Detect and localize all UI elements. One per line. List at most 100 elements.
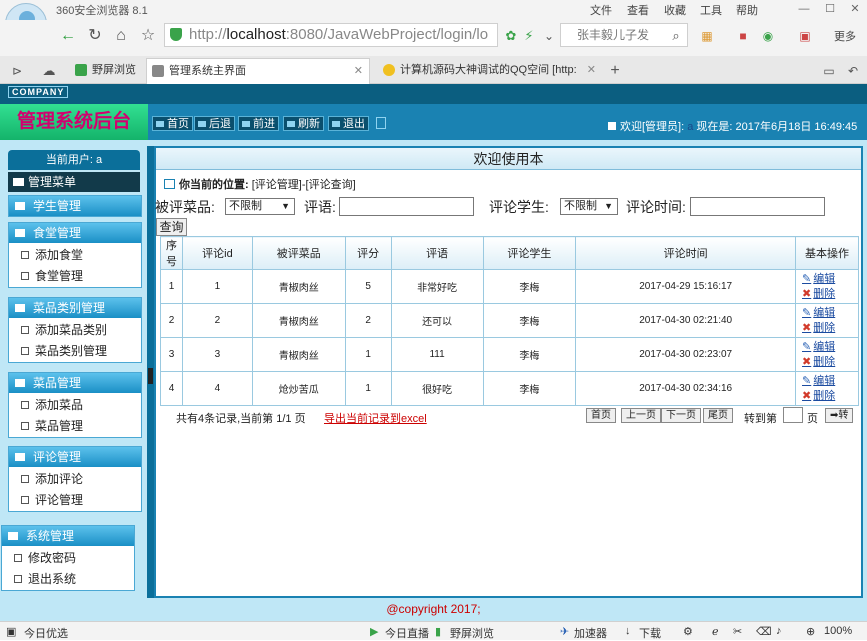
cell-index: 2 <box>160 303 183 338</box>
comment-filter-input[interactable] <box>339 197 474 216</box>
split-icon: ▮ <box>435 626 442 638</box>
zoom-level[interactable]: 100% <box>824 625 852 637</box>
sidebar-item-dish-manage[interactable]: 菜品管理 <box>9 416 141 436</box>
more-button[interactable]: 更多 <box>834 28 856 44</box>
sidebar-item-canteen-manage[interactable]: 食堂管理 <box>9 266 141 286</box>
address-input[interactable]: http://localhost:8080/JavaWebProject/log… <box>164 23 498 47</box>
split-browse-link[interactable]: 野屏浏览 <box>450 625 494 641</box>
delete-link[interactable]: 删除 <box>802 389 858 404</box>
home-icon[interactable]: ⌂ <box>110 25 132 47</box>
menu-file[interactable]: 文件 <box>590 2 612 18</box>
dish-filter-label: 被评菜品: <box>155 199 215 215</box>
tab-split-browse[interactable]: 野屏浏览 <box>70 58 140 84</box>
page-number-input[interactable] <box>783 407 803 423</box>
go-button[interactable]: ➡转 <box>825 408 854 423</box>
ie-icon[interactable]: ℯ <box>712 625 719 638</box>
student-filter-select[interactable]: 不限制 ▼ <box>560 198 618 215</box>
daily-picks-icon[interactable]: ▣ <box>6 625 16 638</box>
cloud-icon[interactable]: ☁ <box>38 60 60 82</box>
sidebar-item-comment-manage[interactable]: 评论管理 <box>9 490 141 510</box>
cell-id: 4 <box>181 371 253 406</box>
reload-icon[interactable]: ↻ <box>84 25 106 47</box>
tab-qq-space[interactable]: 计算机源码大神调试的QQ空间 [http: ✕ <box>378 58 602 84</box>
back-button[interactable]: 后退 <box>194 116 235 131</box>
delete-link[interactable]: 删除 <box>802 321 858 336</box>
screenshot-icon[interactable]: ✂ <box>733 625 742 638</box>
home-button[interactable]: 首页 <box>152 116 193 131</box>
cell-student: 李梅 <box>482 371 577 406</box>
translate-icon[interactable]: ▣ <box>794 25 816 47</box>
column-header: 评分 <box>344 236 392 270</box>
table-row: 3 3 青椒肉丝 1 111 李梅 2017-04-30 02:23:07 编辑… <box>160 337 859 372</box>
group-header-canteen[interactable]: 食堂管理 <box>9 223 141 243</box>
sidebar-item-category-manage[interactable]: 菜品类别管理 <box>9 341 141 361</box>
folder-icon <box>8 532 18 540</box>
time-filter-input[interactable] <box>690 197 825 216</box>
money-icon[interactable]: ◉ <box>757 25 779 47</box>
sidebar-item-add-category[interactable]: 添加菜品类别 <box>9 320 141 340</box>
sidebar-item-add-comment[interactable]: 添加评论 <box>9 469 141 489</box>
refresh-button[interactable]: 刷新 <box>283 116 324 131</box>
maximize-icon[interactable]: ☐ <box>818 0 842 18</box>
tab-admin-main[interactable]: 管理系统主界面 ✕ <box>146 58 370 84</box>
app-title: 管理系统后台 <box>0 104 148 140</box>
group-header-comment[interactable]: 评论管理 <box>9 447 141 467</box>
sidebar-item-exit-system[interactable]: 退出系统 <box>2 569 134 589</box>
edit-link[interactable]: 编辑 <box>802 306 858 321</box>
bookmark-icon[interactable]: ■ <box>732 25 754 47</box>
sidebar-toggle-icon[interactable]: ⊳ <box>6 60 28 82</box>
doc-icon <box>21 272 29 280</box>
daily-picks-link[interactable]: 今日优选 <box>24 625 68 641</box>
query-button[interactable]: 查询 <box>156 218 187 236</box>
accelerator-link[interactable]: 加速器 <box>574 625 607 641</box>
undo-icon[interactable]: ↶ <box>842 60 864 82</box>
prev-page-button[interactable]: 上一页 <box>621 408 661 423</box>
menu-view[interactable]: 查看 <box>627 2 649 18</box>
delete-link[interactable]: 删除 <box>802 287 858 302</box>
search-icon[interactable]: ⌕ <box>665 25 687 47</box>
group-student[interactable]: 学生管理 <box>8 195 142 217</box>
apps-icon[interactable]: ▦ <box>696 25 718 47</box>
close-icon[interactable]: ✕ <box>843 0 867 18</box>
cell-id: 3 <box>181 337 253 372</box>
back-icon[interactable]: ← <box>57 25 79 47</box>
tab-close-icon[interactable]: ✕ <box>587 58 596 82</box>
clean-icon[interactable]: ⌫ <box>756 625 772 638</box>
restore-tab-icon[interactable]: ▭ <box>818 60 840 82</box>
group-header-dish-category[interactable]: 菜品类别管理 <box>9 298 141 318</box>
tab-close-icon[interactable]: ✕ <box>354 59 363 83</box>
new-tab-icon[interactable]: + <box>604 60 626 82</box>
edit-link[interactable]: 编辑 <box>802 340 858 355</box>
bolt-icon[interactable]: ⚡ <box>518 25 540 47</box>
group-header-dish[interactable]: 菜品管理 <box>9 373 141 393</box>
column-header: 评论id <box>181 236 253 270</box>
sidebar-item-add-dish[interactable]: 添加菜品 <box>9 395 141 415</box>
forward-button[interactable]: 前进 <box>238 116 279 131</box>
next-page-button[interactable]: 下一页 <box>661 408 701 423</box>
download-link[interactable]: 下载 <box>639 625 661 641</box>
menu-help[interactable]: 帮助 <box>736 2 758 18</box>
sidebar-item-change-password[interactable]: 修改密码 <box>2 548 134 568</box>
cell-actions: 编辑删除 <box>795 269 859 304</box>
export-excel-link[interactable]: 导出当前记录到excel <box>324 410 427 426</box>
menu-tools[interactable]: 工具 <box>700 2 722 18</box>
dish-filter-select[interactable]: 不限制 ▼ <box>225 198 295 215</box>
sidebar-splitter[interactable] <box>147 146 154 598</box>
delete-link[interactable]: 删除 <box>802 355 858 370</box>
group-header-system[interactable]: 系统管理 <box>2 526 134 546</box>
logout-button[interactable]: 退出 <box>328 116 369 131</box>
live-link[interactable]: 今日直播 <box>385 625 429 641</box>
sound-icon[interactable]: ♪ <box>776 625 782 637</box>
edit-link[interactable]: 编辑 <box>802 374 858 389</box>
zoom-icon[interactable]: ⊕ <box>806 625 815 638</box>
cell-comment: 很好吃 <box>390 371 484 406</box>
first-page-button[interactable]: 首页 <box>586 408 616 423</box>
last-page-button[interactable]: 尾页 <box>703 408 733 423</box>
minimize-icon[interactable]: — <box>792 0 816 18</box>
edit-link[interactable]: 编辑 <box>802 272 858 287</box>
star-icon[interactable]: ☆ <box>137 25 159 47</box>
extension-icon[interactable]: ⚙ <box>683 625 693 638</box>
dropdown-icon[interactable]: ⌄ <box>538 25 560 47</box>
menu-favorites[interactable]: 收藏 <box>664 2 686 18</box>
sidebar-item-add-canteen[interactable]: 添加食堂 <box>9 245 141 265</box>
